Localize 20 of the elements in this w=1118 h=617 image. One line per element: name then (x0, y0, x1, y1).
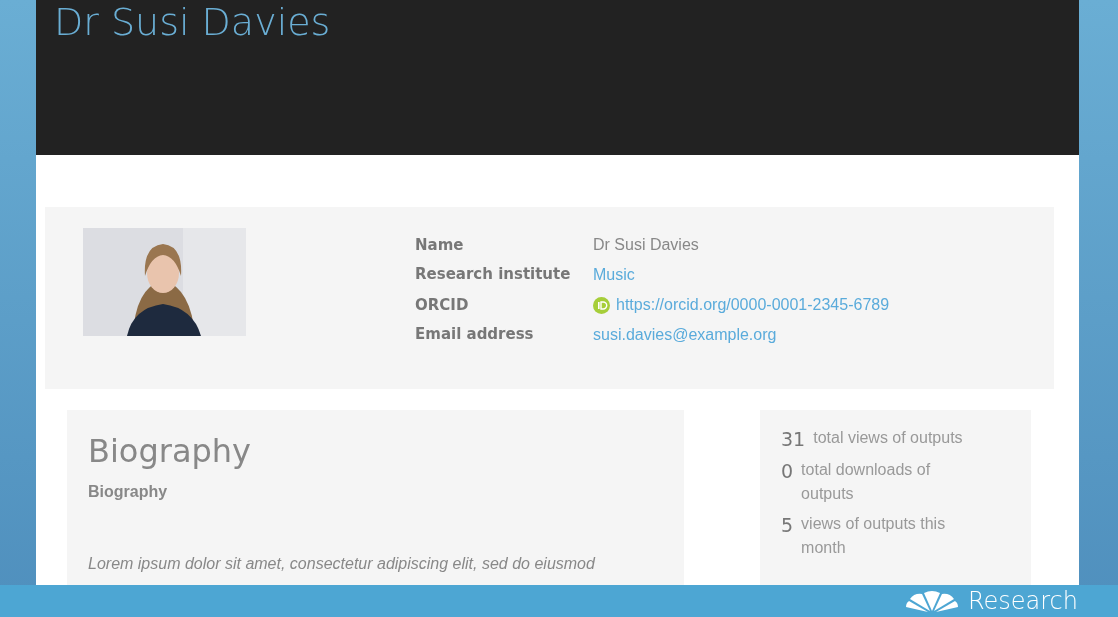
field-label: Email address (415, 324, 535, 345)
field-label: Name (415, 235, 465, 256)
field-label: ORCID (415, 295, 470, 316)
logo-icon (903, 589, 960, 613)
field-link[interactable]: susi.davies@example.org (593, 326, 777, 343)
orcid-icon (593, 296, 610, 314)
orcid-link[interactable]: https://orcid.org/0000-0001-2345-6789 (616, 294, 890, 316)
brand-name: Research (967, 586, 1078, 616)
biography-text: Lorem ipsum dolor sit amet, consectetur adipiscing elit, sed do eiusmod (88, 554, 597, 575)
page-title: Dr Susi Davies (54, 0, 332, 44)
stat-label: views of outputs this month (801, 514, 947, 558)
field-value: Dr Susi Davies (593, 235, 700, 255)
section-heading: Biography (88, 432, 253, 471)
stat-count: 5 (781, 513, 794, 538)
section-subheading: Biography (88, 482, 169, 503)
stat-label: total views of outputs (813, 428, 963, 448)
stat-count: 0 (781, 459, 794, 484)
field-label: Research institute (415, 264, 572, 285)
field-link[interactable]: Music (593, 266, 635, 283)
stat-count: 31 (781, 427, 806, 452)
